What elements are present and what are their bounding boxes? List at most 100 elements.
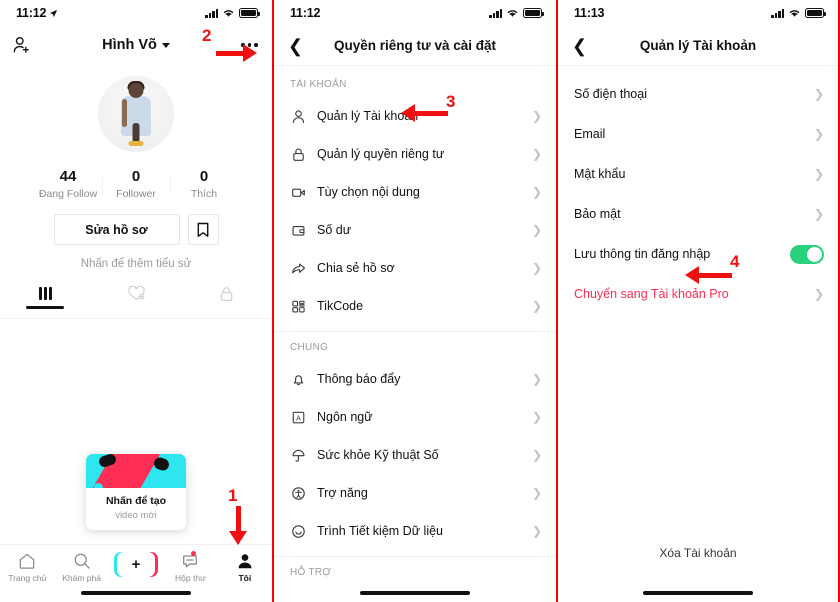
settings-row-digital-wellbeing[interactable]: Sức khỏe Kỹ thuật Số ❯ <box>274 436 556 474</box>
settings-row-data-saver[interactable]: Trình Tiết kiệm Dữ liệu ❯ <box>274 512 556 550</box>
settings-row-accessibility[interactable]: Trợ năng ❯ <box>274 474 556 512</box>
stat-following[interactable]: 44 Đang Follow <box>34 168 102 200</box>
chevron-right-icon: ❯ <box>531 410 542 424</box>
chevron-right-icon: ❯ <box>813 207 824 221</box>
qr-icon <box>290 298 306 314</box>
account-row-label: Lưu thông tin đăng nhập <box>574 247 711 261</box>
stat-followers-label: Follower <box>116 188 156 200</box>
wifi-icon <box>789 10 800 17</box>
back-chevron-icon[interactable]: ❮ <box>288 37 303 55</box>
edit-profile-button[interactable]: Sửa hồ sơ <box>53 214 180 245</box>
screenshot-root: 11:12 Hình Võ 44 Đang Follow 0 Follower … <box>0 0 840 602</box>
lock-private-icon <box>220 287 233 302</box>
status-icons <box>205 8 260 18</box>
signal-icon <box>771 8 784 18</box>
account-row-security[interactable]: Bảo mật ❯ <box>558 194 838 234</box>
nav-item-profile[interactable]: Tôi <box>218 552 272 583</box>
account-row-email[interactable]: Email ❯ <box>558 114 838 154</box>
save-login-toggle[interactable] <box>790 244 824 264</box>
avatar[interactable] <box>98 76 174 152</box>
settings-row-label: Trợ năng <box>317 486 368 500</box>
delete-account-container: Xóa Tài khoản <box>558 536 838 560</box>
settings-row-label: Trình Tiết kiệm Dữ liệu <box>317 524 443 538</box>
status-time-text: 11:12 <box>290 6 321 20</box>
profile-icon <box>238 554 252 569</box>
create-button[interactable]: + <box>114 552 159 577</box>
create-video-tooltip[interactable]: Nhấn để tạo video mới <box>86 454 186 530</box>
annotation-arrow-2 <box>216 44 257 62</box>
home-indicator <box>360 591 470 595</box>
search-icon <box>74 553 90 569</box>
tab-private[interactable] <box>181 286 272 318</box>
settings-row-label: Thông báo đẩy <box>317 372 401 386</box>
nav-item-create[interactable]: + <box>109 552 163 577</box>
tab-inactive-underline <box>117 307 155 310</box>
settings-row-label: Số dư <box>317 223 352 237</box>
settings-nav-bar: ❮ Quyền riêng tư và cài đặt <box>274 26 556 66</box>
svg-text:A: A <box>296 415 301 422</box>
chevron-right-icon: ❯ <box>531 486 542 500</box>
settings-row-language[interactable]: A Ngôn ngữ ❯ <box>274 398 556 436</box>
account-row-password[interactable]: Mật khẩu ❯ <box>558 154 838 194</box>
nav-item-home[interactable]: Trang chủ <box>0 552 54 583</box>
nav-item-discover[interactable]: Khám phá <box>54 552 108 583</box>
stat-likes-value: 0 <box>199 168 209 185</box>
status-time-text: 11:12 <box>16 6 47 20</box>
stat-following-value: 44 <box>59 168 77 185</box>
chevron-right-icon: ❯ <box>531 448 542 462</box>
tab-videos[interactable] <box>0 286 91 318</box>
bell-icon <box>290 371 306 387</box>
tab-liked[interactable] <box>91 286 182 318</box>
video-icon <box>290 184 306 200</box>
settings-row-label: Sức khỏe Kỹ thuật Số <box>317 448 439 462</box>
signal-icon <box>489 8 502 18</box>
settings-row-balance[interactable]: Số dư ❯ <box>274 211 556 249</box>
settings-row-push-notifications[interactable]: Thông báo đẩy ❯ <box>274 360 556 398</box>
umbrella-icon <box>290 447 306 463</box>
nav-item-inbox[interactable]: Hộp thư <box>163 551 217 583</box>
profile-bio-placeholder[interactable]: Nhấn để thêm tiểu sử <box>0 258 272 270</box>
account-row-label: Email <box>574 127 606 141</box>
settings-row-tikcode[interactable]: TikCode ❯ <box>274 287 556 325</box>
settings-row-content-preferences[interactable]: Tùy chọn nội dung ❯ <box>274 173 556 211</box>
status-bar: 11:12 <box>0 0 272 26</box>
settings-row-share-profile[interactable]: Chia sẻ hồ sơ ❯ <box>274 249 556 287</box>
status-bar: 11:12 <box>274 0 556 26</box>
chevron-down-icon <box>161 42 170 48</box>
status-time: 11:13 <box>574 6 604 20</box>
chevron-right-icon: ❯ <box>531 109 542 123</box>
back-chevron-icon[interactable]: ❮ <box>572 37 587 55</box>
bookmark-button[interactable] <box>187 214 219 245</box>
status-bar: 11:13 <box>558 0 838 26</box>
data-saver-icon <box>290 523 306 539</box>
section-heading-support: HỖ TRỢ <box>290 567 332 578</box>
chevron-right-icon: ❯ <box>531 223 542 237</box>
chevron-right-icon: ❯ <box>813 127 824 141</box>
tab-active-underline <box>26 306 65 309</box>
delete-account-button[interactable]: Xóa Tài khoản <box>558 546 838 560</box>
account-nav-bar: ❮ Quản lý Tài khoản <box>558 26 838 66</box>
bookmark-icon <box>197 222 209 237</box>
plus-icon: + <box>117 552 156 577</box>
annotation-arrow-3 <box>401 104 448 122</box>
artwork-drip-1 <box>94 483 103 488</box>
battery-icon <box>523 8 544 18</box>
stat-followers[interactable]: 0 Follower <box>102 168 170 200</box>
settings-row-label: Ngôn ngữ <box>317 410 373 424</box>
artwork-blob-dark-2 <box>152 455 171 473</box>
avatar-leg <box>132 123 140 144</box>
grid-icon <box>38 286 52 300</box>
account-row-phone[interactable]: Số điện thoại ❯ <box>558 74 838 114</box>
artwork-drip-2 <box>122 486 129 488</box>
wifi-icon <box>507 10 518 17</box>
nav-label-discover: Khám phá <box>62 573 101 583</box>
stat-likes-label: Thích <box>190 188 218 200</box>
chevron-right-icon: ❯ <box>531 299 542 313</box>
tooltip-line-1: Nhấn để tạo <box>105 495 167 507</box>
annotation-arrow-4 <box>685 266 732 284</box>
location-arrow-icon <box>50 9 58 17</box>
settings-row-manage-privacy[interactable]: Quản lý quyền riêng tư ❯ <box>274 135 556 173</box>
stat-likes[interactable]: 0 Thích <box>170 168 238 200</box>
phone-screen-profile: 11:12 Hình Võ 44 Đang Follow 0 Follower … <box>0 0 272 602</box>
status-time-text: 11:13 <box>574 6 605 20</box>
